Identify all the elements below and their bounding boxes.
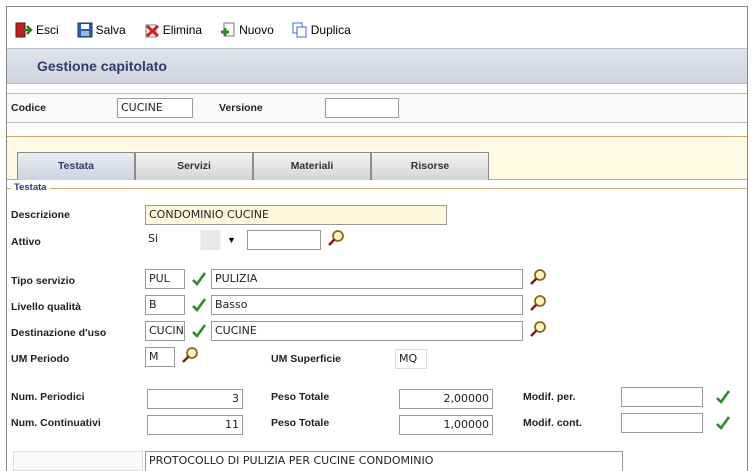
- tipo-servizio-label: Tipo servizio: [11, 275, 75, 287]
- tab-testata[interactable]: Testata: [17, 152, 135, 180]
- elimina-button[interactable]: Elimina: [144, 22, 202, 38]
- check-icon: [192, 298, 207, 312]
- tab-risorse[interactable]: Risorse: [371, 152, 489, 180]
- um-periodo-input[interactable]: M: [145, 347, 175, 367]
- peso-totale-label-1: Peso Totale: [271, 391, 330, 403]
- duplicate-icon: [292, 22, 307, 38]
- nuovo-label: Nuovo: [239, 23, 274, 37]
- peso-totale-input-2[interactable]: 1,00000: [399, 415, 493, 435]
- section-legend: Testata: [7, 182, 747, 194]
- livello-qualita-desc-input[interactable]: Basso: [211, 295, 523, 315]
- tipo-servizio-desc-input[interactable]: PULIZIA: [211, 269, 523, 289]
- destinazione-code-input[interactable]: CUCIN: [145, 321, 185, 341]
- section-divider: [7, 188, 747, 189]
- header-row: Codice CUCINE Versione: [7, 93, 747, 123]
- check-icon: [192, 324, 207, 338]
- section-legend-text: Testata: [11, 182, 50, 193]
- livello-qualita-code-input[interactable]: B: [145, 295, 185, 315]
- attivo-select-value: Si: [148, 232, 159, 245]
- destinazione-label: Destinazione d'uso: [11, 327, 107, 339]
- tipo-servizio-code-input[interactable]: PUL: [145, 269, 185, 289]
- descrizione-input[interactable]: CONDOMINIO CUCINE: [145, 205, 447, 225]
- versione-label: Versione: [219, 102, 263, 114]
- esci-button[interactable]: Esci: [15, 22, 59, 38]
- exit-icon: [15, 22, 33, 38]
- page-title: Gestione capitolato: [37, 58, 167, 74]
- um-superficie-label: UM Superficie: [271, 353, 342, 365]
- page-title-bar: Gestione capitolato: [7, 48, 747, 84]
- um-periodo-label: UM Periodo: [11, 353, 70, 365]
- tab-servizi[interactable]: Servizi: [135, 152, 253, 180]
- tab-materiali[interactable]: Materiali: [253, 152, 371, 180]
- search-icon[interactable]: [529, 294, 547, 312]
- salva-label: Salva: [95, 23, 126, 37]
- search-icon[interactable]: [181, 346, 199, 364]
- search-icon[interactable]: [529, 268, 547, 286]
- check-icon: [192, 272, 207, 286]
- codice-label: Codice: [11, 102, 47, 114]
- check-icon[interactable]: [715, 389, 731, 405]
- codice-input[interactable]: CUCINE: [117, 98, 193, 118]
- check-icon[interactable]: [715, 415, 731, 431]
- modif-cont-label: Modif. cont.: [523, 417, 582, 429]
- num-continuativi-label: Num. Continuativi: [11, 417, 101, 429]
- num-periodici-input[interactable]: 3: [147, 389, 243, 409]
- modif-per-label: Modif. per.: [523, 391, 576, 403]
- duplica-button[interactable]: Duplica: [292, 22, 351, 38]
- destinazione-desc-input[interactable]: CUCINE: [211, 321, 523, 341]
- descrizione-label: Descrizione: [11, 209, 70, 221]
- new-icon: [221, 22, 235, 37]
- chevron-down-icon[interactable]: ▼: [227, 235, 236, 245]
- um-superficie-value: MQ: [395, 349, 427, 369]
- peso-totale-label-2: Peso Totale: [271, 417, 330, 429]
- elimina-label: Elimina: [162, 23, 203, 37]
- save-icon: [77, 22, 93, 38]
- search-icon[interactable]: [529, 320, 547, 338]
- note-input[interactable]: PROTOCOLLO DI PULIZIA PER CUCINE CONDOMI…: [145, 451, 623, 471]
- toolbar: Esci Salva Elimina Nuovo Duplica: [15, 17, 369, 43]
- num-periodici-label: Num. Periodici: [11, 391, 85, 403]
- window-frame: Esci Salva Elimina Nuovo Duplica Gestion…: [6, 6, 748, 471]
- num-continuativi-input[interactable]: 11: [147, 415, 243, 435]
- modif-per-input[interactable]: [621, 387, 703, 407]
- nuovo-button[interactable]: Nuovo: [220, 22, 274, 38]
- delete-icon: [145, 24, 159, 38]
- attivo-label: Attivo: [11, 236, 41, 248]
- salva-button[interactable]: Salva: [77, 22, 126, 38]
- versione-input[interactable]: [325, 98, 399, 118]
- peso-totale-input-1[interactable]: 2,00000: [399, 389, 493, 409]
- attivo-extra-input[interactable]: [247, 230, 321, 250]
- duplica-label: Duplica: [310, 23, 351, 37]
- tab-bar: Testata Servizi Materiali Risorse: [7, 136, 747, 180]
- livello-qualita-label: Livello qualità: [11, 301, 82, 313]
- note-label-box: [13, 451, 143, 471]
- search-icon[interactable]: [327, 229, 345, 247]
- esci-label: Esci: [36, 23, 59, 37]
- modif-cont-input[interactable]: [621, 413, 703, 433]
